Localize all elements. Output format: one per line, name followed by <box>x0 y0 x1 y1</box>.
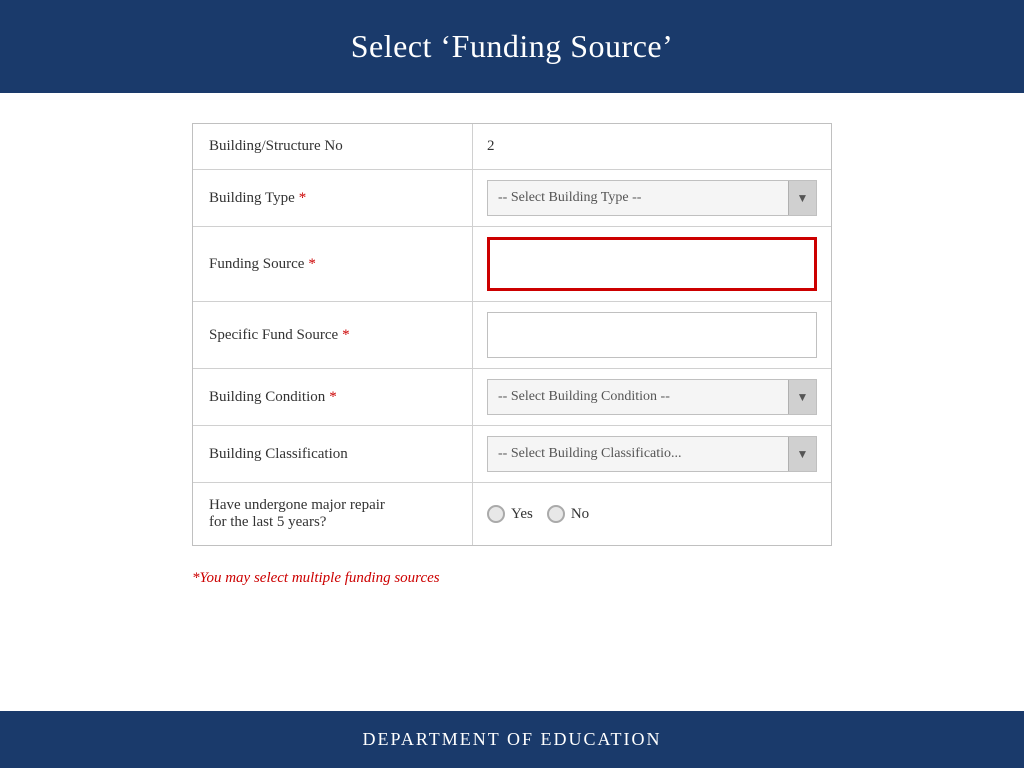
required-star-building-condition: * <box>329 389 337 406</box>
row-major-repair: Have undergone major repair for the last… <box>193 483 831 545</box>
select-building-classification[interactable]: -- Select Building Classificatio... ▼ <box>487 436 817 472</box>
radio-circle-yes[interactable] <box>487 505 505 523</box>
specific-fund-source-input[interactable] <box>487 312 817 358</box>
radio-circle-no[interactable] <box>547 505 565 523</box>
label-building-structure-no: Building/Structure No <box>193 124 473 169</box>
chevron-down-icon[interactable]: ▼ <box>788 181 816 215</box>
header-title: Select ‘Funding Source’ <box>351 28 674 64</box>
row-specific-fund-source: Specific Fund Source * <box>193 302 831 369</box>
value-building-structure-no: 2 <box>487 138 495 155</box>
footer-text: Department of Education <box>363 729 662 749</box>
radio-yes[interactable]: Yes <box>487 505 533 523</box>
field-building-structure-no: 2 <box>473 124 831 169</box>
funding-source-input[interactable] <box>487 237 817 291</box>
label-funding-source: Funding Source * <box>193 227 473 301</box>
required-star-building-type: * <box>299 190 307 207</box>
radio-no[interactable]: No <box>547 505 589 523</box>
row-building-type: Building Type * -- Select Building Type … <box>193 170 831 227</box>
label-major-repair: Have undergone major repair for the last… <box>193 483 473 545</box>
main-content: Building/Structure No 2 Building Type * … <box>0 93 1024 711</box>
field-building-type[interactable]: -- Select Building Type -- ▼ <box>473 170 831 226</box>
row-building-condition: Building Condition * -- Select Building … <box>193 369 831 426</box>
field-funding-source[interactable] <box>473 227 831 301</box>
select-building-type-text: -- Select Building Type -- <box>488 190 788 206</box>
row-building-classification: Building Classification -- Select Buildi… <box>193 426 831 483</box>
page-header: Select ‘Funding Source’ <box>0 0 1024 93</box>
page-footer: Department of Education <box>0 711 1024 768</box>
label-building-classification: Building Classification <box>193 426 473 482</box>
select-building-classification-text: -- Select Building Classificatio... <box>488 446 788 462</box>
select-building-condition-text: -- Select Building Condition -- <box>488 389 788 405</box>
field-building-condition[interactable]: -- Select Building Condition -- ▼ <box>473 369 831 425</box>
select-building-type[interactable]: -- Select Building Type -- ▼ <box>487 180 817 216</box>
required-star-funding-source: * <box>308 256 316 273</box>
chevron-down-icon-classification[interactable]: ▼ <box>788 437 816 471</box>
note-text: *You may select multiple funding sources <box>192 570 832 587</box>
label-specific-fund-source: Specific Fund Source * <box>193 302 473 368</box>
radio-no-label: No <box>571 506 589 523</box>
radio-group-major-repair: Yes No <box>487 505 589 523</box>
field-major-repair: Yes No <box>473 483 831 545</box>
field-specific-fund-source[interactable] <box>473 302 831 368</box>
form-container: Building/Structure No 2 Building Type * … <box>192 123 832 546</box>
select-building-condition[interactable]: -- Select Building Condition -- ▼ <box>487 379 817 415</box>
required-star-specific-fund-source: * <box>342 327 350 344</box>
label-building-type: Building Type * <box>193 170 473 226</box>
field-building-classification[interactable]: -- Select Building Classificatio... ▼ <box>473 426 831 482</box>
row-building-structure-no: Building/Structure No 2 <box>193 124 831 170</box>
radio-yes-label: Yes <box>511 506 533 523</box>
label-building-condition: Building Condition * <box>193 369 473 425</box>
row-funding-source: Funding Source * <box>193 227 831 302</box>
chevron-down-icon-condition[interactable]: ▼ <box>788 380 816 414</box>
